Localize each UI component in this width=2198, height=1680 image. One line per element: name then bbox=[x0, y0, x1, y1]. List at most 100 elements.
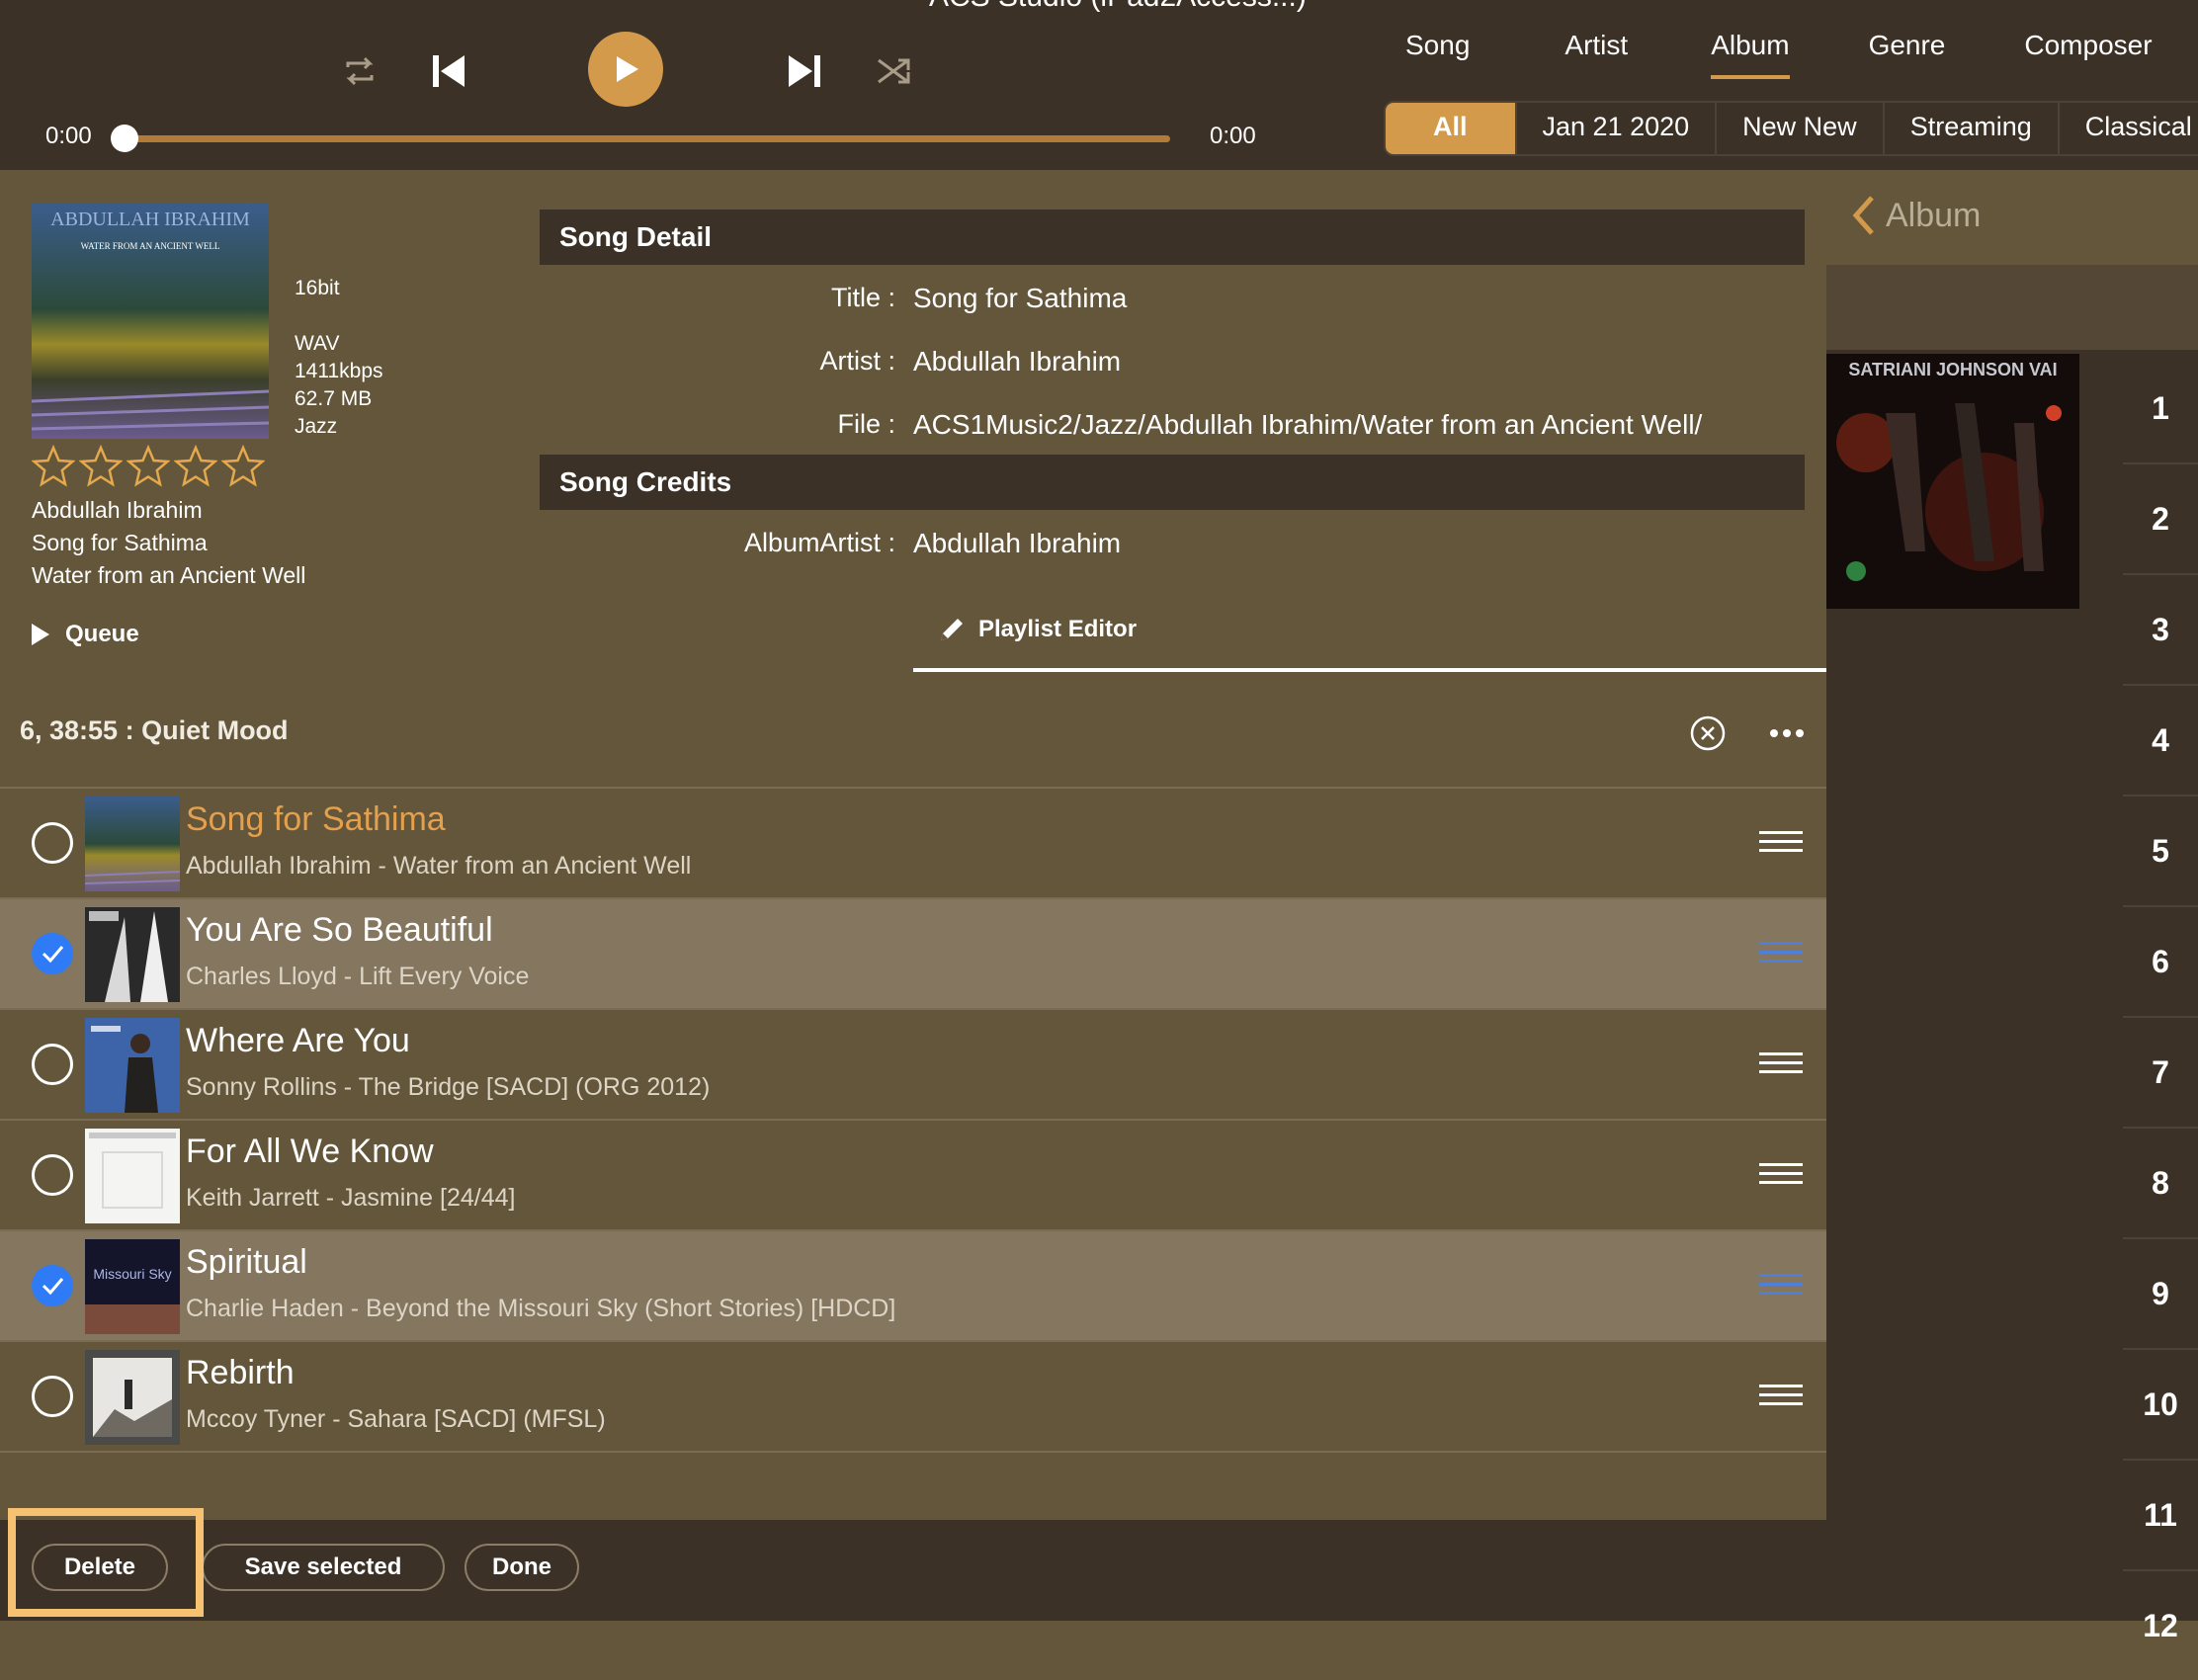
track-thumbnail bbox=[85, 1129, 180, 1223]
drag-handle-icon[interactable] bbox=[1759, 1051, 1803, 1075]
bit-depth: 16bit bbox=[295, 277, 340, 299]
skip-next-icon bbox=[789, 55, 820, 87]
tab-song[interactable]: Song bbox=[1405, 30, 1470, 79]
drag-handle-icon[interactable] bbox=[1759, 941, 1803, 965]
tab-album[interactable]: Album bbox=[1711, 30, 1790, 79]
queue-label: Queue bbox=[65, 621, 139, 647]
tab-genre[interactable]: Genre bbox=[1869, 30, 1946, 79]
filter-jan-21-2020[interactable]: Jan 21 2020 bbox=[1516, 103, 1718, 154]
play-button[interactable] bbox=[588, 32, 663, 107]
index-item[interactable]: 9 bbox=[2123, 1237, 2198, 1348]
index-item[interactable]: 10 bbox=[2123, 1348, 2198, 1459]
shuffle-icon bbox=[878, 58, 910, 84]
albumartist-label: AlbumArtist : bbox=[743, 528, 895, 557]
playlist-summary: 6, 38:55 : Quiet Mood bbox=[20, 715, 289, 745]
song-detail-header: Song Detail bbox=[540, 210, 1805, 265]
shuffle-button[interactable] bbox=[870, 47, 917, 95]
album-back-button[interactable]: Album bbox=[1850, 194, 1981, 237]
album-cover-tile[interactable]: SATRIANI JOHNSON VAI bbox=[1826, 354, 2079, 609]
filter-all[interactable]: All bbox=[1386, 103, 1517, 154]
index-item[interactable]: 12 bbox=[2123, 1569, 2198, 1680]
index-item[interactable]: 2 bbox=[2123, 462, 2198, 573]
drag-handle-icon[interactable] bbox=[1759, 1162, 1803, 1186]
playlist-row[interactable]: For All We Know Keith Jarrett - Jasmine … bbox=[0, 1121, 1826, 1231]
track-title: Rebirth bbox=[186, 1354, 295, 1391]
index-item[interactable]: 6 bbox=[2123, 905, 2198, 1016]
repeat-icon bbox=[346, 56, 374, 86]
play-triangle-icon bbox=[32, 624, 49, 645]
albumartist-value: Abdullah Ibrahim bbox=[913, 528, 1122, 558]
clear-selection-button[interactable] bbox=[1688, 714, 1728, 753]
track-title: Where Are You bbox=[186, 1022, 410, 1059]
album-browser-strip bbox=[1826, 265, 2198, 350]
playlist-row[interactable]: Rebirth Mccoy Tyner - Sahara [SACD] (MFS… bbox=[0, 1342, 1826, 1453]
rating-stars[interactable] bbox=[32, 445, 265, 488]
index-item[interactable]: 3 bbox=[2123, 573, 2198, 684]
index-list: 1 2 3 4 5 6 7 8 9 10 11 12 bbox=[2123, 354, 2198, 1680]
playlist-editor-label: Playlist Editor bbox=[978, 616, 1138, 642]
filter-classical[interactable]: Classical bbox=[2059, 103, 2198, 154]
save-selected-button[interactable]: Save selected bbox=[202, 1544, 445, 1591]
drag-handle-icon[interactable] bbox=[1759, 830, 1803, 854]
artist-label: Artist : bbox=[819, 346, 895, 376]
play-icon bbox=[617, 56, 638, 82]
playlist-row[interactable]: Song for Sathima Abdullah Ibrahim - Wate… bbox=[0, 789, 1826, 899]
tab-composer[interactable]: Composer bbox=[2024, 30, 2152, 79]
index-item[interactable]: 7 bbox=[2123, 1016, 2198, 1127]
row-checkbox-checked[interactable] bbox=[32, 1265, 73, 1306]
previous-track-button[interactable] bbox=[423, 45, 474, 97]
cover-album-text: WATER FROM AN ANCIENT WELL bbox=[81, 241, 220, 251]
progress-knob[interactable] bbox=[111, 125, 138, 152]
index-item[interactable]: 5 bbox=[2123, 795, 2198, 905]
album-cover[interactable]: ABDULLAH IBRAHIM WATER FROM AN ANCIENT W… bbox=[31, 204, 270, 439]
track-thumbnail bbox=[85, 1350, 180, 1445]
bitrate: 1411kbps bbox=[295, 360, 383, 382]
index-item[interactable]: 8 bbox=[2123, 1127, 2198, 1237]
progress-slider[interactable] bbox=[123, 135, 1170, 142]
tab-playlist-editor[interactable]: Playlist Editor bbox=[913, 615, 1826, 672]
track-subtitle: Charlie Haden - Beyond the Missouri Sky … bbox=[186, 1295, 896, 1322]
file-size: 62.7 MB bbox=[295, 387, 373, 410]
index-item[interactable]: 4 bbox=[2123, 684, 2198, 795]
repeat-button[interactable] bbox=[336, 47, 383, 95]
index-item[interactable]: 1 bbox=[2123, 354, 2198, 462]
queue-button[interactable]: Queue bbox=[30, 621, 139, 648]
filter-streaming[interactable]: Streaming bbox=[1884, 103, 2060, 154]
playlist-row[interactable]: Missouri Sky Spiritual Charlie Haden - B… bbox=[0, 1231, 1826, 1342]
more-options-button[interactable] bbox=[1767, 714, 1807, 753]
playlist-row[interactable]: You Are So Beautiful Charles Lloyd - Lif… bbox=[0, 899, 1826, 1010]
star-outline-icon[interactable] bbox=[127, 445, 170, 488]
row-checkbox[interactable] bbox=[32, 1376, 73, 1417]
thumb-text: Missouri Sky bbox=[93, 1266, 171, 1282]
star-outline-icon[interactable] bbox=[174, 445, 217, 488]
track-title: For All We Know bbox=[186, 1133, 434, 1170]
done-button[interactable]: Done bbox=[465, 1544, 579, 1591]
row-checkbox[interactable] bbox=[32, 1044, 73, 1085]
star-outline-icon[interactable] bbox=[79, 445, 123, 488]
next-track-button[interactable] bbox=[779, 45, 830, 97]
row-checkbox[interactable] bbox=[32, 1154, 73, 1196]
tab-artist[interactable]: Artist bbox=[1564, 30, 1628, 79]
track-subtitle: Abdullah Ibrahim - Water from an Ancient… bbox=[186, 852, 692, 880]
index-item[interactable]: 11 bbox=[2123, 1459, 2198, 1569]
playlist-row[interactable]: Where Are You Sonny Rollins - The Bridge… bbox=[0, 1010, 1826, 1121]
drag-handle-icon[interactable] bbox=[1759, 1384, 1803, 1407]
file-format: WAV bbox=[295, 332, 340, 355]
track-subtitle: Charles Lloyd - Lift Every Voice bbox=[186, 963, 530, 990]
filter-new-new[interactable]: New New bbox=[1717, 103, 1885, 154]
star-outline-icon[interactable] bbox=[221, 445, 265, 488]
star-outline-icon[interactable] bbox=[32, 445, 75, 488]
cover-artist-text: ABDULLAH IBRAHIM bbox=[50, 209, 250, 230]
drag-handle-icon[interactable] bbox=[1759, 1273, 1803, 1297]
row-checkbox-checked[interactable] bbox=[32, 933, 73, 974]
track-subtitle: Mccoy Tyner - Sahara [SACD] (MFSL) bbox=[186, 1405, 606, 1433]
artist-value: Abdullah Ibrahim bbox=[913, 346, 1122, 377]
remaining-time: 0:00 bbox=[1210, 123, 1256, 149]
track-thumbnail: Missouri Sky bbox=[85, 1239, 180, 1334]
checkmark-icon bbox=[42, 1278, 64, 1296]
song-credits-header: Song Credits bbox=[540, 455, 1805, 510]
playlist-list: Song for Sathima Abdullah Ibrahim - Wate… bbox=[0, 789, 1826, 1453]
track-format-info: 16bit WAV 1411kbps 62.7 MB Jazz bbox=[295, 275, 383, 441]
album-cover-text: SATRIANI JOHNSON VAI bbox=[1848, 360, 2057, 379]
row-checkbox[interactable] bbox=[32, 822, 73, 864]
